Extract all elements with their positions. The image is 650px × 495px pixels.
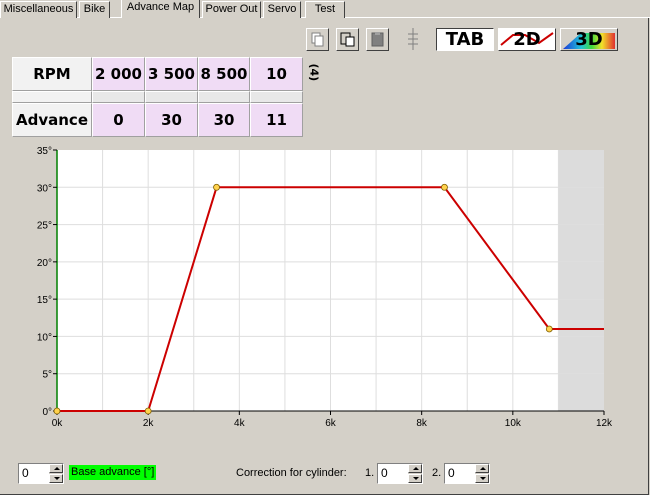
x-tick-label: 12k xyxy=(596,418,613,429)
advance-value: 0 xyxy=(113,111,124,129)
stepper-down-icon[interactable] xyxy=(49,474,63,483)
tab-label: Bike xyxy=(83,3,106,15)
row-separator xyxy=(12,91,92,103)
stepper-value: 0 xyxy=(381,466,388,480)
tab-label: Advance Map xyxy=(126,1,195,13)
view-2d-button[interactable]: 2D xyxy=(498,28,556,51)
x-tick-label: 0k xyxy=(52,418,64,429)
paste-button[interactable] xyxy=(336,28,359,51)
x-tick-label: 4k xyxy=(234,418,246,429)
advance-cell[interactable]: 30 xyxy=(145,103,198,137)
base-advance-text: Base advance [°] xyxy=(71,466,155,478)
row-separator xyxy=(198,91,250,103)
stepper-arrows xyxy=(408,464,422,483)
row-separator xyxy=(92,91,145,103)
stepper-up-icon[interactable] xyxy=(475,464,489,473)
advance-cell[interactable]: 0 xyxy=(92,103,145,137)
out-of-range-region xyxy=(558,150,604,411)
rpm-cell[interactable]: 10 800 xyxy=(250,57,303,115)
point-count-label: (4) xyxy=(307,63,321,82)
clipboard-icon xyxy=(371,32,384,47)
rpm-value: 2 000 xyxy=(95,65,142,83)
tab-view-button[interactable]: TAB xyxy=(436,28,494,51)
tab-label: Servo xyxy=(267,3,297,15)
tab-miscellaneous[interactable]: Miscellaneous xyxy=(0,1,77,18)
stepper-down-icon[interactable] xyxy=(408,474,422,483)
stepper-up-icon[interactable] xyxy=(49,464,63,473)
stepper-up-icon[interactable] xyxy=(408,464,422,473)
y-tick-label: 20° xyxy=(37,258,52,269)
tab-view-label: TAB xyxy=(445,29,485,50)
tab-label: Test xyxy=(314,3,336,15)
data-point[interactable] xyxy=(441,183,448,191)
x-tick-label: 6k xyxy=(325,418,337,429)
advance-header: Advance xyxy=(12,103,92,137)
data-point[interactable] xyxy=(545,325,553,333)
advance-value: 30 xyxy=(161,111,182,129)
cylinder-2-stepper[interactable]: 0 xyxy=(444,463,490,484)
split-button[interactable] xyxy=(404,26,422,52)
cylinder-2-text: 2. xyxy=(432,467,442,479)
rpm-header: RPM xyxy=(12,57,92,91)
cylinder-1-stepper[interactable]: 0 xyxy=(377,463,423,484)
advance-cell[interactable]: 30 xyxy=(198,103,250,137)
correction-label: Correction for cylinder: xyxy=(236,467,347,479)
tab-power-out[interactable]: Power Out xyxy=(202,1,261,18)
tab-bike[interactable]: Bike xyxy=(79,1,110,18)
base-advance-stepper[interactable]: 0 xyxy=(18,463,64,484)
data-point[interactable] xyxy=(144,407,152,415)
x-tick-label: 10k xyxy=(505,418,522,429)
tab-label: Miscellaneous xyxy=(3,3,74,15)
cylinder-1-label: 1. xyxy=(365,467,374,479)
advance-cell[interactable]: 11 xyxy=(250,103,303,137)
rpm-header-label: RPM xyxy=(33,65,71,83)
base-advance-label: Base advance [°] xyxy=(69,465,157,480)
correction-text: Correction for cylinder: xyxy=(236,467,347,479)
row-separator xyxy=(145,91,198,103)
y-tick-label: 30° xyxy=(37,183,52,194)
view-3d-label: 3D xyxy=(575,29,603,50)
paste-icon xyxy=(340,32,355,47)
cylinder-1-text: 1. xyxy=(365,467,375,479)
stepper-value: 0 xyxy=(448,466,455,480)
x-tick-label: 2k xyxy=(143,418,155,429)
rpm-value: 8 500 xyxy=(200,65,248,83)
rpm-value: 3 500 xyxy=(148,65,195,83)
advance-header-label: Advance xyxy=(16,111,88,129)
copy-icon xyxy=(311,32,324,47)
clipboard-button[interactable] xyxy=(366,28,389,51)
row-separator xyxy=(250,91,303,103)
x-tick-label: 8k xyxy=(416,418,428,429)
y-tick-label: 35° xyxy=(37,146,52,157)
y-tick-label: 10° xyxy=(37,332,52,343)
tab-servo[interactable]: Servo xyxy=(263,1,301,18)
stepper-arrows xyxy=(49,464,63,483)
y-tick-label: 0° xyxy=(42,407,52,418)
copy-button[interactable] xyxy=(306,28,329,51)
rpm-cell[interactable]: 8 500 xyxy=(198,57,250,91)
y-tick-label: 25° xyxy=(37,221,52,232)
stepper-arrows xyxy=(475,464,489,483)
y-tick-label: 5° xyxy=(42,370,52,381)
split-icon xyxy=(408,28,418,50)
stepper-down-icon[interactable] xyxy=(475,474,489,483)
advance-value: 11 xyxy=(266,111,287,129)
tab-test[interactable]: Test xyxy=(305,1,345,18)
view-2d-label: 2D xyxy=(513,29,541,50)
advance-value: 30 xyxy=(213,111,235,129)
tab-advance-map[interactable]: Advance Map xyxy=(121,0,200,18)
stepper-value: 0 xyxy=(22,466,29,480)
view-3d-button[interactable]: 3D xyxy=(560,28,618,51)
rpm-cell[interactable]: 2 000 xyxy=(92,57,145,91)
y-tick-label: 15° xyxy=(37,295,52,306)
tab-strip: Miscellaneous Bike Advance Map Power Out… xyxy=(0,0,650,18)
rpm-cell[interactable]: 3 500 xyxy=(145,57,198,91)
cylinder-2-label: 2. xyxy=(432,467,441,479)
data-point[interactable] xyxy=(213,183,220,191)
advance-chart[interactable]: 0k 2k 4k 6k 8k 10k 12k 0° 5° 10° 15° 20° 25° 30° 35° xyxy=(0,140,650,440)
data-point[interactable] xyxy=(53,407,61,415)
tab-label: Power Out xyxy=(205,3,258,15)
point-count: (4) xyxy=(308,64,321,82)
